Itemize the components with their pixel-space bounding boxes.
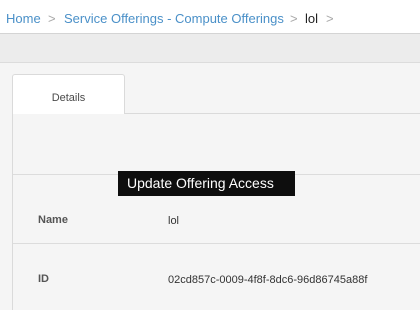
breadcrumb: Home > Service Offerings - Compute Offer… — [0, 0, 420, 34]
tooltip: Update Offering Access — [118, 171, 295, 196]
toolbar-band — [0, 34, 420, 63]
breadcrumb-separator: > — [290, 11, 298, 26]
breadcrumb-separator: > — [48, 11, 56, 26]
tooltip-text: Update Offering Access — [127, 175, 274, 191]
breadcrumb-section-link[interactable]: Service Offerings - Compute Offerings — [64, 11, 284, 26]
tab-label: Details — [51, 92, 86, 104]
name-label: Name — [38, 214, 68, 226]
row-divider — [13, 243, 420, 244]
breadcrumb-current: lol — [305, 11, 319, 26]
name-value: lol — [168, 215, 180, 227]
breadcrumb-home-link[interactable]: Home — [6, 11, 41, 26]
breadcrumb-separator: > — [326, 11, 334, 26]
tab-details[interactable]: Details — [12, 74, 125, 114]
id-value: 02cd857c-0009-4f8f-8dc6-96d86745a88f — [168, 274, 368, 286]
id-label: ID — [38, 273, 49, 285]
